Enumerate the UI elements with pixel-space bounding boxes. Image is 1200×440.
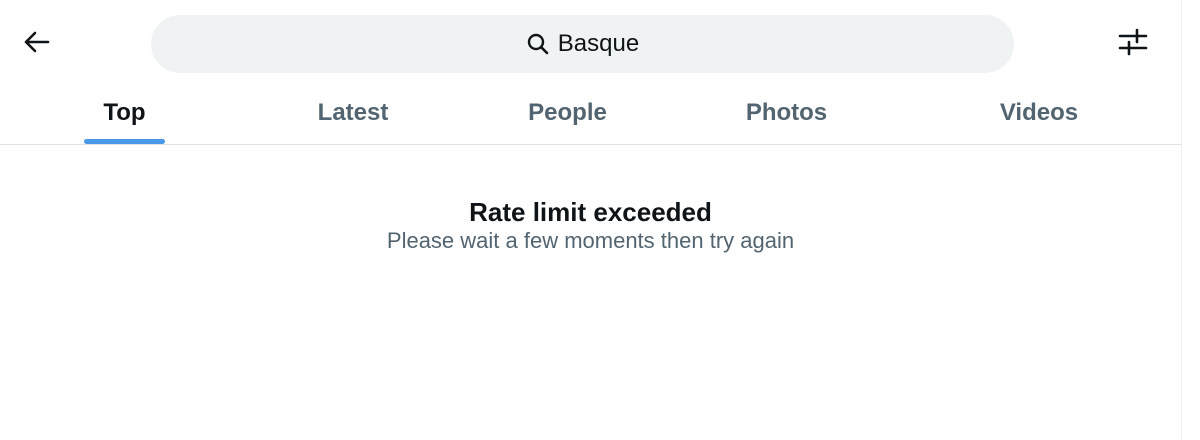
- search-tabs: Top Latest People Photos Videos: [0, 82, 1181, 145]
- tab-top[interactable]: Top: [84, 82, 165, 144]
- error-title: Rate limit exceeded: [469, 197, 712, 227]
- error-message: Rate limit exceeded Please wait a few mo…: [0, 196, 1181, 254]
- search-results-screen: Basque Top Latest People Photos Videos R…: [0, 0, 1200, 440]
- search-field[interactable]: Basque: [151, 15, 1014, 73]
- tab-photos[interactable]: Photos: [730, 82, 843, 144]
- page-edge: [1181, 0, 1200, 440]
- search-query[interactable]: Basque: [558, 32, 639, 56]
- active-tab-indicator: [84, 139, 165, 144]
- sliders-icon: [1118, 28, 1148, 61]
- top-bar: Basque: [0, 0, 1200, 88]
- search-icon: [526, 32, 550, 56]
- tab-latest[interactable]: Latest: [300, 82, 406, 144]
- error-subtitle: Please wait a few moments then try again: [386, 228, 795, 253]
- arrow-left-icon: [22, 30, 50, 59]
- tab-videos[interactable]: Videos: [985, 82, 1093, 144]
- back-button[interactable]: [14, 24, 58, 64]
- search-filter-button[interactable]: [1112, 24, 1154, 64]
- tab-people[interactable]: People: [510, 82, 625, 144]
